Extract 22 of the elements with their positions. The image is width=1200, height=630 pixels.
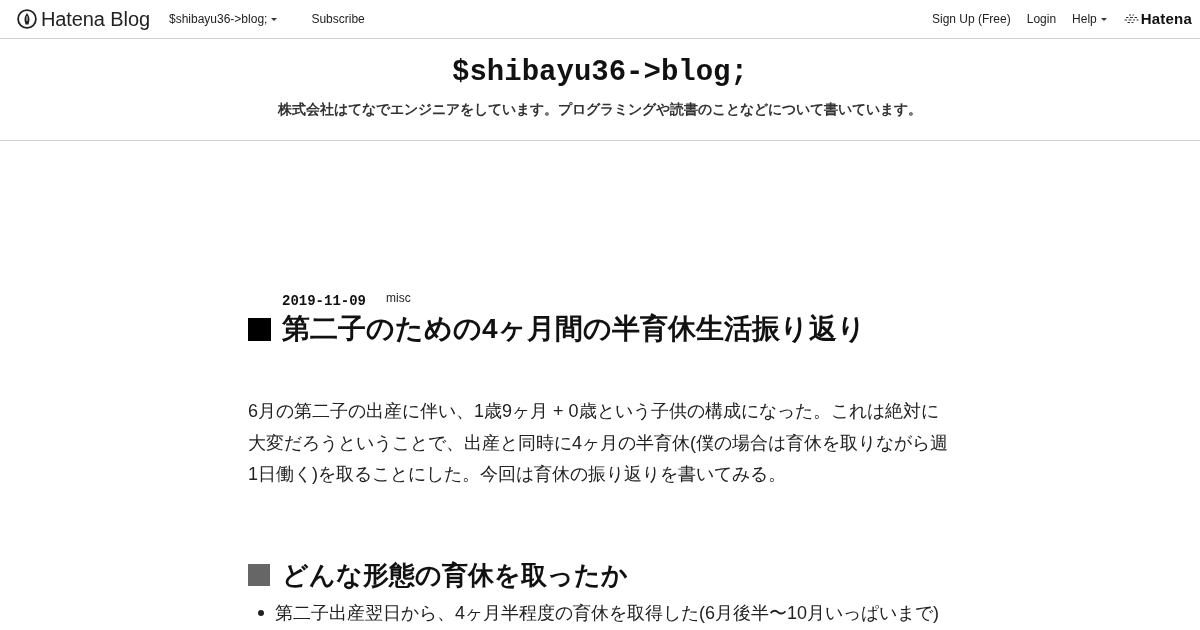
dashed-cloud-icon <box>1123 14 1139 24</box>
post-date-link[interactable]: 2019-11-09 <box>282 293 366 309</box>
bullet-icon <box>258 609 264 616</box>
caret-icon <box>1100 17 1107 21</box>
intro-paragraph: 6月の第二子の出産に伴い、1歳9ヶ月 + 0歳という子供の構成になった。これは絶対に大変だろうということで、出産と同時に4ヶ月の半育休(僕の場合は育休を取りながら週1日働く)を取ることにした。今回は育休の振り返りを書いてみる。 <box>248 400 949 486</box>
dropdown-link[interactable]: $shibayu36->blog; <box>169 10 278 28</box>
article-title[interactable]: 第二子のための4ヶ月間の半育休生活振り返り <box>282 311 866 347</box>
dropdown-link[interactable]: Help <box>1072 10 1107 28</box>
brand-link[interactable]: Hatena Blog <box>41 8 150 30</box>
pen-nib-circle-icon <box>17 9 37 29</box>
square-icon <box>248 317 271 341</box>
blog-description: 株式会社はてなでエンジニアをしています。プログラミングや読書のことなどについて書いています。 <box>277 100 923 119</box>
nav-link[interactable]: Login <box>1026 10 1057 28</box>
list-item: 第二子出産翌日から、4ヶ月半程度の育休を取得した(6月後半〜10月いっぱいまで) <box>275 601 940 625</box>
company-link[interactable]: Hatena <box>1140 7 1192 31</box>
blog-title[interactable]: $shibayu36->blog; <box>452 56 748 89</box>
category-link[interactable]: misc <box>386 289 411 307</box>
nav-link[interactable]: Sign Up (Free) <box>932 10 1011 28</box>
nav-link[interactable]: Subscribe <box>311 10 365 28</box>
section-heading: どんな形態の育休を取ったか <box>282 558 628 592</box>
square-icon <box>248 563 270 586</box>
caret-icon <box>271 17 278 21</box>
